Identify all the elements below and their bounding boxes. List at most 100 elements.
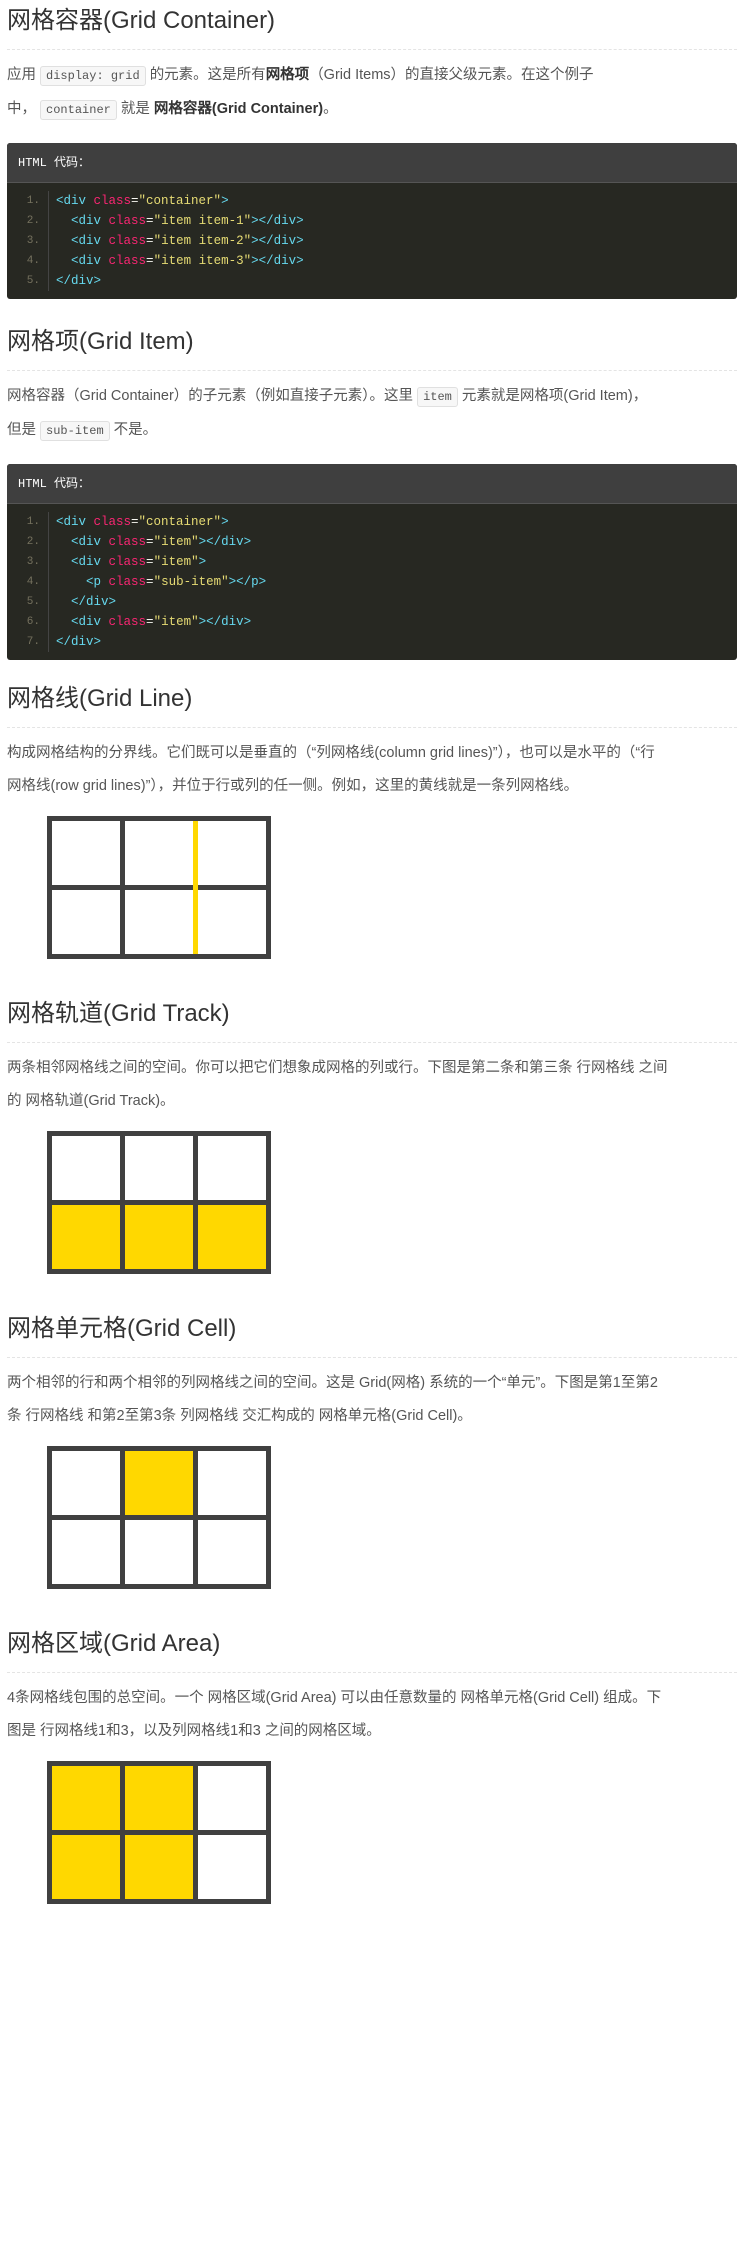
code-line: 1. <div class="container"> [7, 512, 737, 532]
text: 构成网格结构的分界线。它们既可以是垂直的（“列网格线(column grid l… [7, 745, 655, 761]
paragraph-grid-line: 构成网格结构的分界线。它们既可以是垂直的（“列网格线(column grid l… [7, 737, 737, 803]
grid-cell-r2-c2 [120, 1200, 198, 1274]
grid-cell-r1-c3 [193, 1446, 271, 1520]
grid-cell-r1-c3 [193, 1131, 271, 1205]
code-text: <div class="item"></div> [71, 535, 252, 549]
grid-cell-r2-c1 [47, 1515, 125, 1589]
line-number: 5. [7, 592, 49, 612]
line-number: 5. [7, 271, 49, 291]
line-number: 4. [7, 251, 49, 271]
line-number: 6. [7, 612, 49, 632]
code-line: 2. <div class="item"></div> [7, 532, 737, 552]
grid-cell-r1-c1 [47, 816, 125, 890]
code-text: </div> [56, 635, 102, 649]
paragraph-grid-container: 应用 display: grid 的元素。这是所有网格项（Grid Items）… [7, 59, 737, 127]
line-number: 3. [7, 231, 49, 251]
grid-cell-r2-c3 [193, 1830, 271, 1904]
grid-cell-r2-c2 [120, 885, 198, 959]
code-text: <div class="container"> [56, 515, 229, 529]
code-block-header: HTML 代码： [7, 143, 737, 183]
code-text: </div> [56, 274, 102, 288]
code-text: <div class="item"></div> [71, 615, 252, 629]
line-number: 2. [7, 211, 49, 231]
text: （Grid Items）的直接父级元素。在这个例子 [309, 67, 594, 83]
paragraph-grid-track: 两条相邻网格线之间的空间。你可以把它们想象成网格的列或行。下图是第二条和第三条 … [7, 1052, 737, 1118]
code-line: 5. </div> [7, 592, 737, 612]
text: 网格容器（Grid Container）的子元素（例如直接子元素）。这里 [7, 388, 414, 404]
grid-cell-r1-c2 [120, 1446, 198, 1520]
code-block-container: HTML 代码： 1. <div class="container"> 2. <di… [7, 143, 737, 299]
paragraph-grid-item: 网格容器（Grid Container）的子元素（例如直接子元素）。这里 ite… [7, 380, 737, 448]
grid-cell-r1-c2 [120, 1761, 198, 1835]
line-number: 7. [7, 632, 49, 652]
highlighted-column-grid-line [193, 821, 198, 954]
code-text: <div class="item item-1"></div> [71, 214, 304, 228]
text: 就是 [120, 101, 150, 117]
section-title-grid-item: 网格项(Grid Item) [7, 327, 737, 371]
bold-grid-items: 网格项 [265, 67, 310, 83]
grid-cell-r2-c1 [47, 1200, 125, 1274]
code-line: 4. <p class="sub-item"></p> [7, 572, 737, 592]
code-text: <p class="sub-item"></p> [86, 575, 267, 589]
code-sub-item: sub-item [40, 421, 110, 441]
text: 4条网格线包围的总空间。一个 网格区域(Grid Area) 可以由任意数量的 … [7, 1690, 662, 1706]
code-text: <div class="item item-3"></div> [71, 254, 304, 268]
line-number: 1. [7, 191, 49, 211]
section-title-grid-area: 网格区域(Grid Area) [7, 1629, 737, 1673]
code-line: 2. <div class="item item-1"></div> [7, 211, 737, 231]
text: 不是。 [113, 422, 158, 438]
text: 网格线(row grid lines)”），并位于行或列的任一侧。例如，这里的黄… [7, 778, 579, 794]
code-line: 3. <div class="item"> [7, 552, 737, 572]
grid-cell-r1-c1 [47, 1761, 125, 1835]
figure-grid-cell [47, 1446, 271, 1589]
grid-cell-r2-c1 [47, 885, 125, 959]
code-block-header: HTML 代码： [7, 464, 737, 504]
paragraph-grid-cell: 两个相邻的行和两个相邻的列网格线之间的空间。这是 Grid(网格) 系统的一个“… [7, 1367, 737, 1433]
grid-cell-r1-c2 [120, 1131, 198, 1205]
grid-cell-r1-c1 [47, 1446, 125, 1520]
text: 应用 [7, 67, 36, 83]
grid-cell-r2-c1 [47, 1830, 125, 1904]
line-number: 3. [7, 552, 49, 572]
code-line: 1. <div class="container"> [7, 191, 737, 211]
figure-grid-track [47, 1131, 271, 1274]
code-block-item: HTML 代码： 1. <div class="container"> 2. <di… [7, 464, 737, 660]
text: 图是 行网格线1和3，以及列网格线1和3 之间的网格区域。 [7, 1723, 381, 1739]
code-text: </div> [71, 595, 117, 609]
section-title-grid-line: 网格线(Grid Line) [7, 684, 737, 728]
paragraph-grid-area: 4条网格线包围的总空间。一个 网格区域(Grid Area) 可以由任意数量的 … [7, 1682, 737, 1748]
code-line: 6. <div class="item"></div> [7, 612, 737, 632]
line-number: 1. [7, 512, 49, 532]
text: 条 行网格线 和第2至第3条 列网格线 交汇构成的 网格单元格(Grid Cel… [7, 1408, 472, 1424]
code-item: item [417, 387, 458, 407]
line-number: 2. [7, 532, 49, 552]
code-line: 7. </div> [7, 632, 737, 652]
code-line: 4. <div class="item item-3"></div> [7, 251, 737, 271]
section-title-grid-track: 网格轨道(Grid Track) [7, 999, 737, 1043]
text: 但是 [7, 422, 36, 438]
code-block-body: 1. <div class="container"> 2. <div class="… [7, 183, 737, 299]
grid-cell-r2-c2 [120, 1515, 198, 1589]
grid-cell-r2-c3 [193, 1515, 271, 1589]
section-title-grid-cell: 网格单元格(Grid Cell) [7, 1314, 737, 1358]
text: 两条相邻网格线之间的空间。你可以把它们想象成网格的列或行。下图是第二条和第三条 … [7, 1060, 668, 1076]
line-number: 4. [7, 572, 49, 592]
grid-cell-r2-c3 [193, 885, 271, 959]
code-display-grid: display: grid [40, 66, 146, 86]
text: 的元素。这是所有 [149, 67, 266, 83]
code-container: container [40, 100, 117, 120]
grid-cell-r1-c3 [193, 1761, 271, 1835]
code-text: <div class="container"> [56, 194, 229, 208]
code-line: 3. <div class="item item-2"></div> [7, 231, 737, 251]
code-block-body: 1. <div class="container"> 2. <div class="… [7, 504, 737, 660]
figure-grid-area [47, 1761, 271, 1904]
section-title-grid-container: 网格容器(Grid Container) [7, 6, 737, 50]
figure-grid-line [47, 816, 271, 959]
grid-cell-r1-c3 [193, 816, 271, 890]
bold-grid-container: 网格容器(Grid Container) [153, 101, 324, 117]
code-line: 5. </div> [7, 271, 737, 291]
grid-cell-r2-c2 [120, 1830, 198, 1904]
text: 两个相邻的行和两个相邻的列网格线之间的空间。这是 Grid(网格) 系统的一个“… [7, 1375, 658, 1391]
text: 的 网格轨道(Grid Track)。 [7, 1093, 175, 1109]
code-text: <div class="item item-2"></div> [71, 234, 304, 248]
